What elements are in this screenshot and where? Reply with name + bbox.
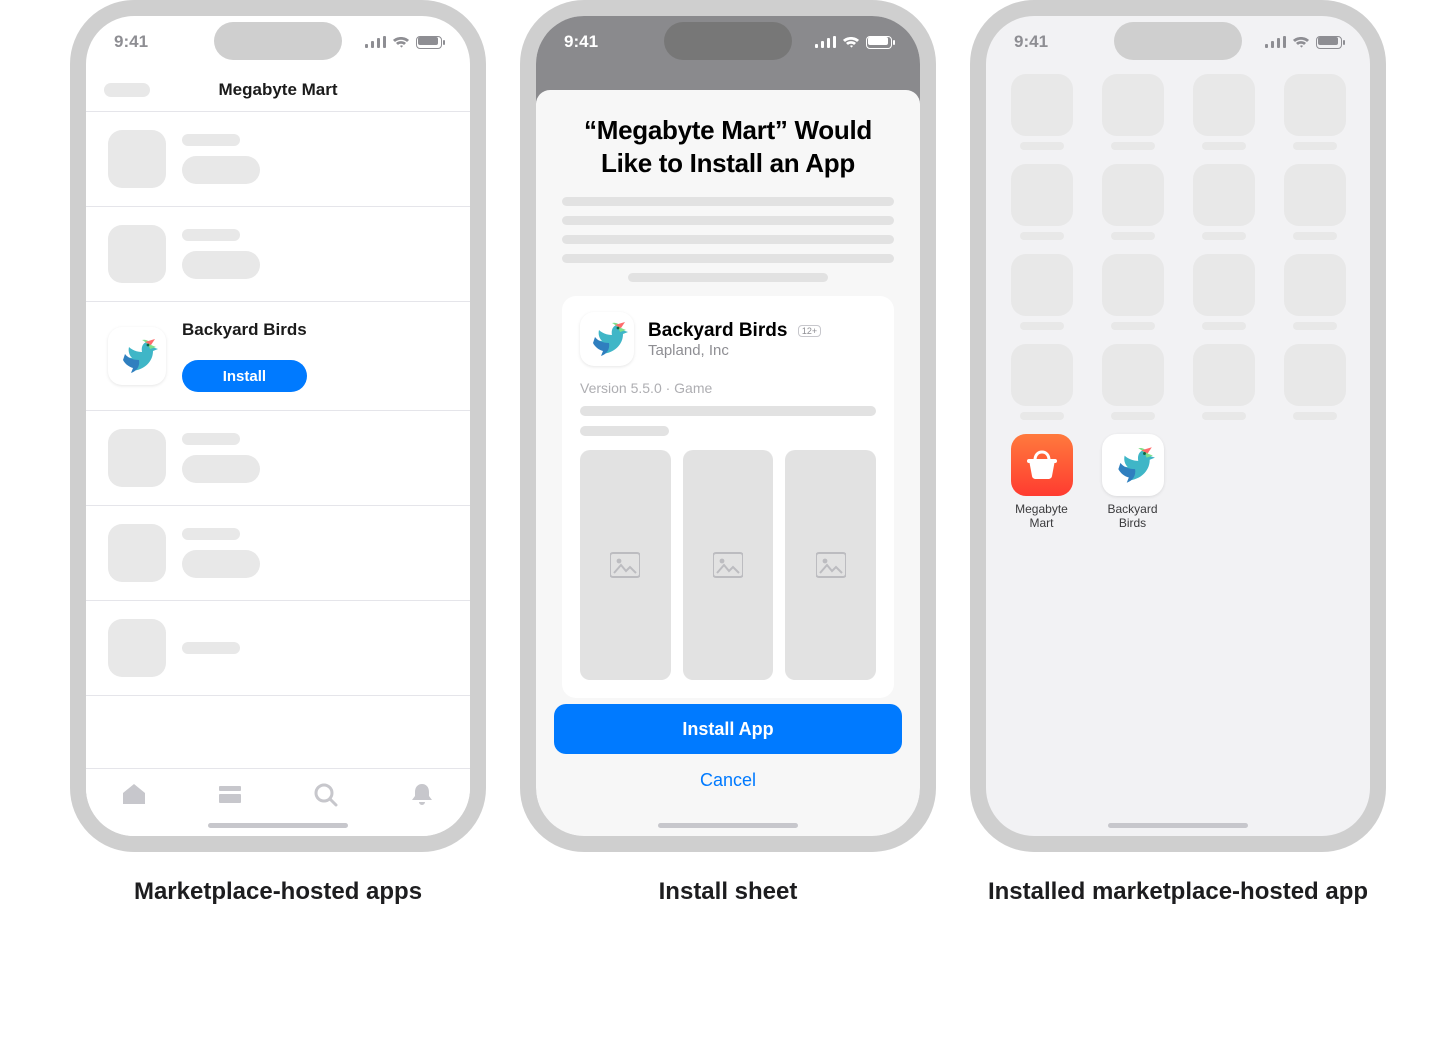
text-placeholder <box>580 406 876 416</box>
action-placeholder[interactable] <box>182 550 260 578</box>
cellular-icon <box>815 36 837 48</box>
status-indicators <box>815 35 893 49</box>
dynamic-island <box>214 22 342 60</box>
cellular-icon <box>1265 36 1287 48</box>
app-placeholder[interactable] <box>1277 164 1352 240</box>
app-placeholder[interactable] <box>1095 164 1170 240</box>
app-name: Backyard Birds <box>648 320 787 341</box>
list-item[interactable] <box>86 112 470 207</box>
tab-browse[interactable] <box>216 781 244 812</box>
wifi-icon <box>392 35 410 49</box>
backyard-birds-icon <box>580 312 634 366</box>
battery-icon <box>1316 36 1342 49</box>
app-placeholder[interactable] <box>1277 74 1352 150</box>
nav-bar: Megabyte Mart <box>86 68 470 112</box>
battery-icon <box>866 36 892 49</box>
app-placeholder[interactable] <box>1004 164 1079 240</box>
text-placeholder <box>182 134 240 146</box>
app-backyard-birds[interactable]: Backyard Birds <box>1095 434 1170 531</box>
install-app-button[interactable]: Install App <box>554 704 902 754</box>
list-item[interactable] <box>86 207 470 302</box>
wifi-icon <box>842 35 860 49</box>
app-icon-placeholder <box>108 429 166 487</box>
screenshot-placeholder[interactable] <box>785 450 876 680</box>
wifi-icon <box>1292 35 1310 49</box>
text-placeholder <box>182 229 240 241</box>
description-placeholder <box>562 197 894 282</box>
app-placeholder[interactable] <box>1004 344 1079 420</box>
dynamic-island <box>664 22 792 60</box>
home-screen[interactable]: Megabyte Mart Backyard Birds <box>986 68 1370 531</box>
status-time: 9:41 <box>1014 32 1048 52</box>
caption: Installed marketplace-hosted app <box>988 876 1368 907</box>
app-placeholder[interactable] <box>1095 254 1170 330</box>
backyard-birds-icon <box>108 327 166 385</box>
list-item[interactable] <box>86 601 470 696</box>
age-rating-badge: 12+ <box>798 325 821 337</box>
install-sheet: “Megabyte Mart” Would Like to Install an… <box>536 90 920 836</box>
app-megabyte-mart[interactable]: Megabyte Mart <box>1004 434 1079 531</box>
nav-title: Megabyte Mart <box>218 80 337 100</box>
bird-icon <box>1102 434 1164 496</box>
status-time: 9:41 <box>564 32 598 52</box>
app-placeholder[interactable] <box>1186 344 1261 420</box>
status-indicators <box>1265 35 1343 49</box>
text-placeholder <box>182 433 240 445</box>
dynamic-island <box>1114 22 1242 60</box>
screenshot-placeholder[interactable] <box>683 450 774 680</box>
app-card: Backyard Birds 12+ Tapland, Inc Version … <box>562 296 894 698</box>
list-item[interactable] <box>86 411 470 506</box>
app-name: Backyard Birds <box>182 320 307 340</box>
status-indicators <box>365 35 443 49</box>
back-button[interactable] <box>104 83 150 97</box>
list-item[interactable] <box>86 506 470 601</box>
tab-home[interactable] <box>120 781 148 812</box>
list-item-featured[interactable]: Backyard Birds Install <box>86 302 470 411</box>
action-placeholder[interactable] <box>182 455 260 483</box>
app-icon-placeholder <box>108 130 166 188</box>
tab-notifications[interactable] <box>408 781 436 812</box>
cancel-button[interactable]: Cancel <box>554 758 902 802</box>
home-indicator[interactable] <box>658 823 798 828</box>
sheet-title: “Megabyte Mart” Would Like to Install an… <box>572 114 884 179</box>
app-icon-placeholder <box>108 524 166 582</box>
app-meta: Version 5.5.0 · Game <box>580 380 876 396</box>
app-icon-placeholder <box>108 225 166 283</box>
app-placeholder[interactable] <box>1277 254 1352 330</box>
phone-marketplace: 9:41 Megabyte Mart <box>70 0 486 852</box>
app-placeholder[interactable] <box>1095 74 1170 150</box>
cellular-icon <box>365 36 387 48</box>
app-placeholder[interactable] <box>1186 164 1261 240</box>
app-placeholder[interactable] <box>1277 344 1352 420</box>
action-placeholder[interactable] <box>182 251 260 279</box>
app-label: Megabyte Mart <box>1004 502 1079 531</box>
caption: Marketplace-hosted apps <box>134 876 422 907</box>
app-placeholder[interactable] <box>1004 254 1079 330</box>
home-indicator[interactable] <box>1108 823 1248 828</box>
status-time: 9:41 <box>114 32 148 52</box>
app-list[interactable]: Backyard Birds Install <box>86 112 470 696</box>
battery-icon <box>416 36 442 49</box>
install-button[interactable]: Install <box>182 360 307 392</box>
basket-icon <box>1011 434 1073 496</box>
text-placeholder <box>182 642 240 654</box>
text-placeholder <box>580 426 669 436</box>
phone-home-screen: 9:41 <box>970 0 1386 852</box>
screenshot-placeholder[interactable] <box>580 450 671 680</box>
home-indicator[interactable] <box>208 823 348 828</box>
app-placeholder[interactable] <box>1186 254 1261 330</box>
app-placeholder[interactable] <box>1186 74 1261 150</box>
app-placeholder[interactable] <box>1095 344 1170 420</box>
app-icon-placeholder <box>108 619 166 677</box>
text-placeholder <box>182 528 240 540</box>
app-label: Backyard Birds <box>1095 502 1170 531</box>
caption: Install sheet <box>659 876 798 907</box>
tab-search[interactable] <box>312 781 340 812</box>
app-placeholder[interactable] <box>1004 74 1079 150</box>
phone-install-sheet: 9:41 “Megabyte Mart” Would Like to Insta… <box>520 0 936 852</box>
screenshots-row[interactable] <box>580 450 876 680</box>
developer-name: Tapland, Inc <box>648 342 821 359</box>
action-placeholder[interactable] <box>182 156 260 184</box>
